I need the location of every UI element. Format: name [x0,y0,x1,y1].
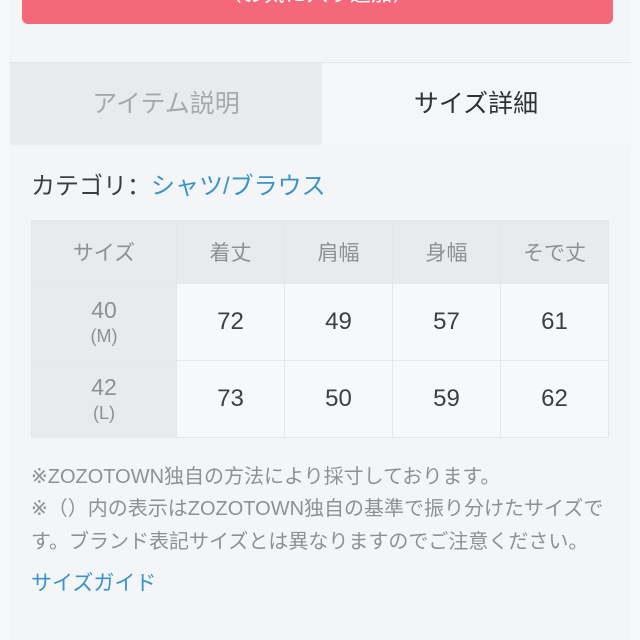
column-header-width: 身幅 [392,220,501,284]
cell-sleeve: 61 [500,283,609,361]
size-guide-link[interactable]: サイズガイド [31,567,156,597]
product-detail-page: （お気に入り追加） アイテム説明 サイズ詳細 カテゴリ：シャツ/ブラウス サイズ… [0,0,640,640]
size-value: 42 [91,374,117,401]
size-detail-table: サイズ 着丈 肩幅 身幅 そで丈 40 (M) 72 49 57 61 42 (… [31,220,609,438]
table-row: 40 (M) 72 49 57 61 [31,283,609,361]
column-header-sleeve: そで丈 [500,220,609,284]
add-to-favorites-button[interactable]: （お気に入り追加） [22,0,613,24]
size-value: 40 [91,297,117,324]
row-size-label: 42 (L) [31,360,177,438]
category-line: カテゴリ：シャツ/ブラウス [31,166,326,201]
cell-sleeve: 62 [500,360,609,438]
detail-tabs: アイテム説明 サイズ詳細 [0,62,640,145]
category-link[interactable]: シャツ/ブラウス [151,173,326,200]
column-header-size: サイズ [31,220,177,284]
table-header-row: サイズ 着丈 肩幅 身幅 そで丈 [31,220,609,284]
row-size-label: 40 (M) [31,283,177,361]
cell-shoulder: 49 [284,283,393,361]
tab-item-description[interactable]: アイテム説明 [10,63,322,145]
cell-length: 72 [176,283,285,361]
size-table-body: 40 (M) 72 49 57 61 42 (L) 73 50 59 62 [31,283,609,438]
size-alias: (L) [93,402,115,423]
column-header-length: 着丈 [176,220,285,284]
cell-shoulder: 50 [284,360,393,438]
cell-width: 59 [392,360,501,438]
category-label: カテゴリ： [31,173,151,200]
size-table-head: サイズ 着丈 肩幅 身幅 そで丈 [31,220,609,284]
cell-width: 57 [392,283,501,361]
column-header-shoulder: 肩幅 [284,220,393,284]
cell-length: 73 [176,360,285,438]
measurement-notes: ※ZOZOTOWN独自の方法により採寸しております。 ※（）内の表示はZOZOT… [31,461,613,558]
note-size-conversion: ※（）内の表示はZOZOTOWN独自の基準で振り分けたサイズです。ブランド表記サ… [31,498,604,553]
size-alias: (M) [90,325,118,346]
table-row: 42 (L) 73 50 59 62 [31,360,609,438]
note-measurement-method: ※ZOZOTOWN独自の方法により採寸しております。 [31,466,501,488]
tab-size-detail[interactable]: サイズ詳細 [322,63,630,145]
